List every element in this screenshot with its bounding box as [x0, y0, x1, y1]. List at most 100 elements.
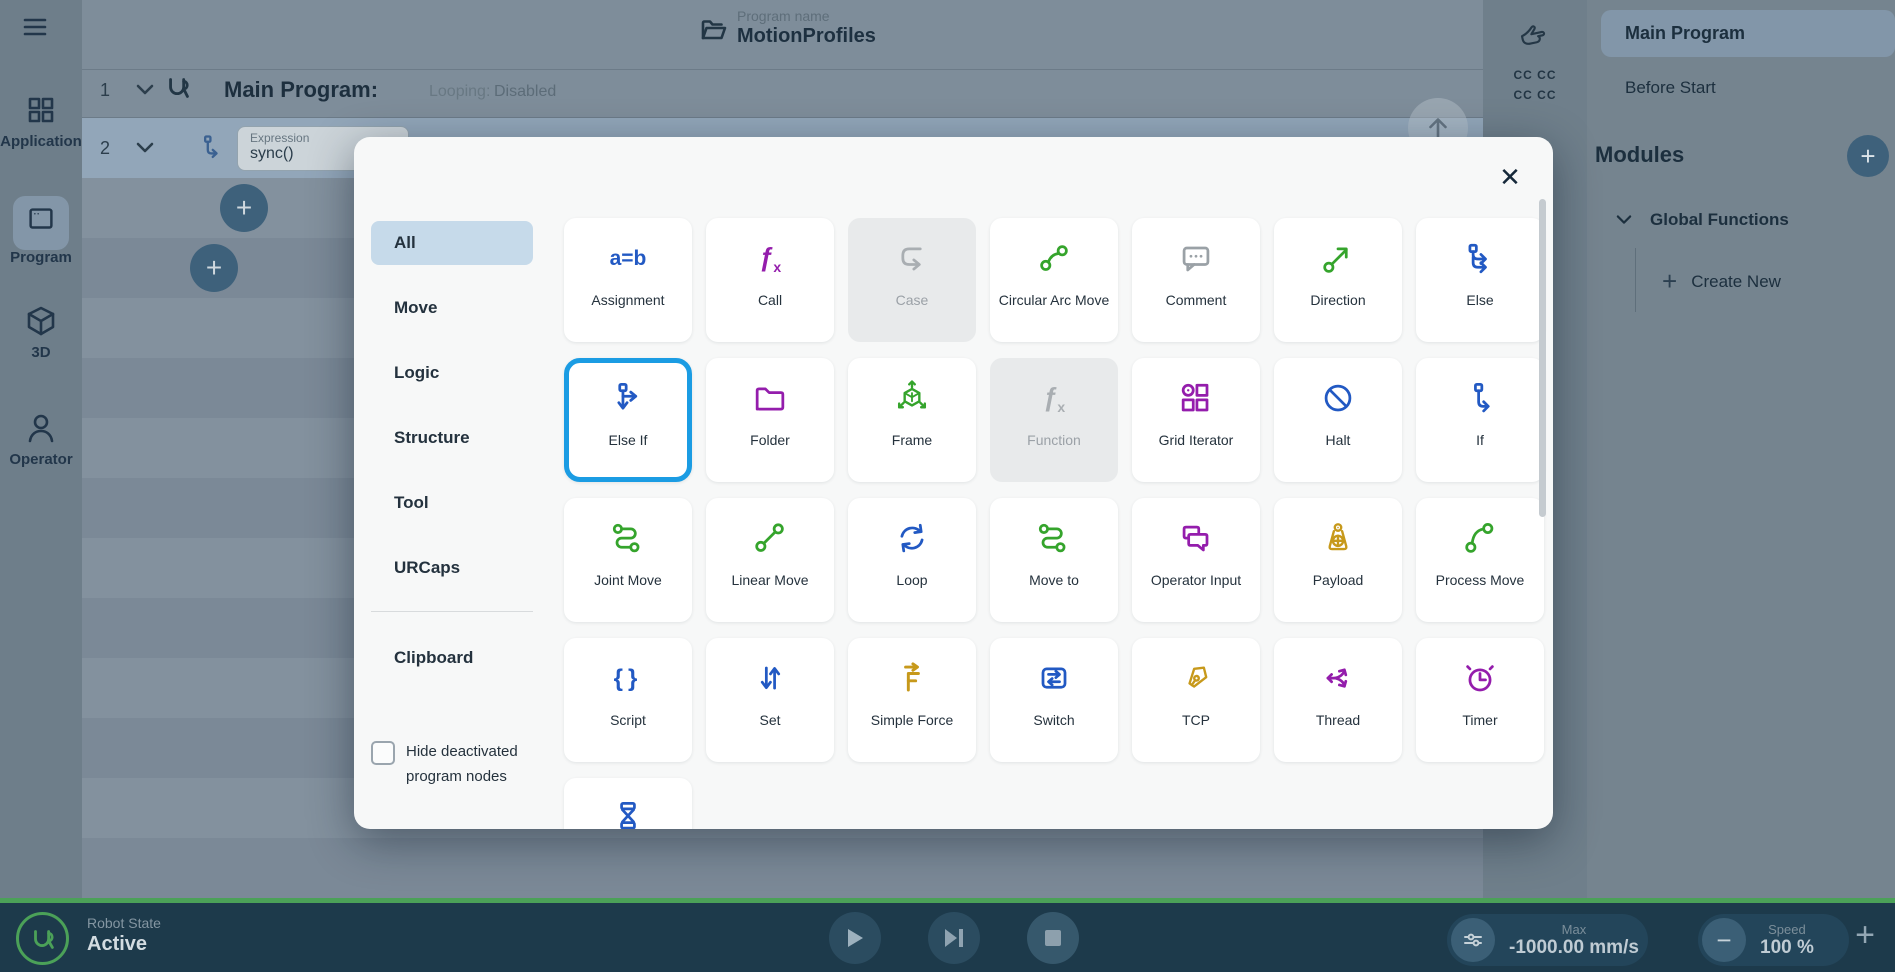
node-tile-direction[interactable]: Direction: [1274, 218, 1402, 342]
sidebar-item-operator[interactable]: Operator: [0, 410, 82, 468]
category-logic[interactable]: Logic: [371, 351, 533, 395]
node-tile-label: Timer: [1421, 712, 1539, 729]
node-tile-assignment[interactable]: a=bAssignment: [564, 218, 692, 342]
category-structure[interactable]: Structure: [371, 416, 533, 460]
circular-arc-move-icon: [990, 236, 1118, 282]
speed-increase-button[interactable]: +: [1845, 908, 1885, 962]
create-new-button[interactable]: + Create New: [1662, 266, 1781, 297]
wait-icon: [564, 796, 692, 829]
tree-indent-line: [1635, 248, 1636, 312]
folder-icon: [706, 376, 834, 422]
row2-index: 2: [100, 138, 110, 159]
node-tile-set[interactable]: Set: [706, 638, 834, 762]
stop-button[interactable]: [1027, 912, 1079, 964]
node-tile-folder[interactable]: Folder: [706, 358, 834, 482]
right-panel: Main Program Before Start Modules + Glob…: [1587, 0, 1895, 898]
node-tile-process-move[interactable]: Process Move: [1416, 498, 1544, 622]
node-tile-label: Loop: [853, 572, 971, 589]
program-name-label: Program name: [737, 8, 830, 24]
add-module-button[interactable]: +: [1847, 135, 1889, 177]
speed-settings-button[interactable]: [1451, 918, 1495, 962]
node-tile-move-to[interactable]: Move to: [990, 498, 1118, 622]
category-tool[interactable]: Tool: [371, 481, 533, 525]
linear-move-icon: [706, 516, 834, 562]
else-icon: [1416, 236, 1544, 282]
node-tile-simple-force[interactable]: Simple Force: [848, 638, 976, 762]
node-tile-switch[interactable]: Switch: [990, 638, 1118, 762]
category-urcaps[interactable]: URCaps: [371, 546, 533, 590]
add-node-button-2[interactable]: +: [190, 244, 238, 292]
global-functions-row[interactable]: Global Functions: [1614, 210, 1789, 230]
application-grid-icon: [23, 92, 59, 128]
hamburger-menu-button[interactable]: [20, 12, 50, 47]
node-tile-else-if[interactable]: Else If: [564, 358, 692, 482]
node-tile-else[interactable]: Else: [1416, 218, 1544, 342]
modal-scrollbar-thumb[interactable]: [1539, 199, 1546, 517]
category-move[interactable]: Move: [371, 286, 533, 330]
node-tile-joint-move[interactable]: Joint Move: [564, 498, 692, 622]
sidebar-item-3d[interactable]: 3D: [0, 303, 82, 361]
node-tile-timer[interactable]: Timer: [1416, 638, 1544, 762]
row1-collapse-chevron[interactable]: [134, 82, 156, 103]
sliders-icon: [1461, 928, 1485, 952]
ur-logo[interactable]: [16, 912, 69, 965]
function-icon: ƒx: [990, 376, 1118, 422]
row2-collapse-chevron[interactable]: [134, 140, 156, 161]
frame-icon: [848, 376, 976, 422]
category-clipboard[interactable]: Clipboard: [371, 636, 533, 680]
node-tile-label: Halt: [1279, 432, 1397, 449]
node-tile-function: ƒxFunction: [990, 358, 1118, 482]
skip-icon: [943, 927, 965, 949]
hide-deactivated-checkbox[interactable]: [371, 741, 395, 765]
node-tile-label: Simple Force: [853, 712, 971, 729]
node-tile-comment[interactable]: Comment: [1132, 218, 1260, 342]
node-tile-tcp[interactable]: TCP: [1132, 638, 1260, 762]
node-tile-grid-iterator[interactable]: Grid Iterator: [1132, 358, 1260, 482]
node-tile-label: Else If: [574, 432, 682, 449]
sidebar-label-3d: 3D: [0, 344, 82, 361]
category-divider: [371, 611, 533, 612]
close-button[interactable]: ✕: [1493, 161, 1527, 195]
node-tile-script[interactable]: {}Script: [564, 638, 692, 762]
node-tile-label: Direction: [1279, 292, 1397, 309]
play-button[interactable]: [829, 912, 881, 964]
hand-gesture-icon[interactable]: [1512, 15, 1556, 63]
node-tile-frame[interactable]: Frame: [848, 358, 976, 482]
node-tile-linear-move[interactable]: Linear Move: [706, 498, 834, 622]
max-speed-pill[interactable]: Max -1000.00 mm/s: [1447, 914, 1648, 966]
node-tile-operator-input[interactable]: Operator Input: [1132, 498, 1260, 622]
node-grid: a=bAssignmentƒxCallCaseCircular Arc Move…: [564, 218, 1544, 829]
max-label: Max: [1509, 922, 1639, 937]
sidebar-label-program: Program: [0, 249, 82, 266]
node-tile-label: Move to: [995, 572, 1113, 589]
right-panel-before-start[interactable]: Before Start: [1625, 78, 1716, 98]
halt-icon: [1274, 376, 1402, 422]
loop-icon: [848, 516, 976, 562]
skip-to-end-button[interactable]: [928, 912, 980, 964]
category-all[interactable]: All: [371, 221, 533, 265]
right-panel-main-program-button[interactable]: Main Program: [1601, 10, 1895, 57]
hide-deactivated-row[interactable]: Hide deactivated program nodes: [371, 739, 556, 789]
sync-node-icon: [197, 133, 225, 166]
node-tile-wait[interactable]: [564, 778, 692, 829]
ur-logo-icon: [28, 924, 58, 954]
node-tile-label: Linear Move: [711, 572, 829, 589]
program-window-icon: [24, 202, 58, 236]
node-tile-thread[interactable]: Thread: [1274, 638, 1402, 762]
node-tile-label: Thread: [1279, 712, 1397, 729]
stop-icon: [1044, 929, 1062, 947]
node-tile-label: Switch: [995, 712, 1113, 729]
node-tile-circular-arc-move[interactable]: Circular Arc Move: [990, 218, 1118, 342]
node-tile-label: Call: [711, 292, 829, 309]
sidebar-item-application[interactable]: Application: [0, 92, 82, 150]
sidebar-item-program[interactable]: Program: [0, 202, 82, 266]
row1-index: 1: [100, 80, 110, 101]
node-tile-payload[interactable]: Payload: [1274, 498, 1402, 622]
robot-state-label: Robot State: [87, 915, 161, 931]
node-tile-call[interactable]: ƒxCall: [706, 218, 834, 342]
add-node-button-1[interactable]: +: [220, 184, 268, 232]
node-tile-if[interactable]: If: [1416, 358, 1544, 482]
speed-decrease-button[interactable]: −: [1702, 918, 1746, 962]
node-tile-halt[interactable]: Halt: [1274, 358, 1402, 482]
node-tile-loop[interactable]: Loop: [848, 498, 976, 622]
